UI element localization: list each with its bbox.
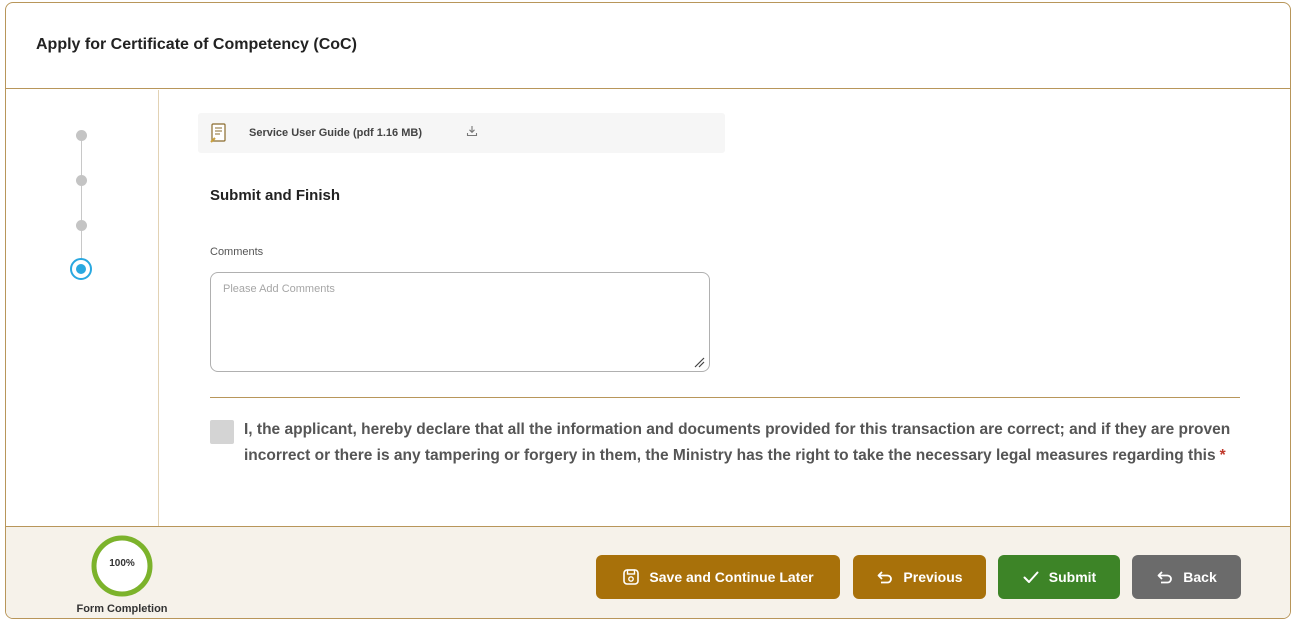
step-2-dot[interactable] xyxy=(76,175,87,186)
save-and-continue-later-button[interactable]: Save and Continue Later xyxy=(596,555,840,599)
form-stepper xyxy=(6,90,159,526)
page-title: Apply for Certificate of Competency (CoC… xyxy=(36,36,357,53)
back-button[interactable]: Back xyxy=(1132,555,1241,599)
step-4-active-dot[interactable] xyxy=(70,258,92,280)
comments-textarea[interactable] xyxy=(210,272,710,372)
card-header: Apply for Certificate of Competency (CoC… xyxy=(6,3,1290,89)
checkmark-icon xyxy=(1023,571,1039,583)
back-arrow-icon xyxy=(1157,571,1173,584)
progress-caption: Form Completion xyxy=(76,603,168,615)
document-guide-icon xyxy=(210,123,226,143)
progress-percentage: 100% xyxy=(109,558,135,569)
save-icon xyxy=(623,569,640,585)
stepper-line xyxy=(81,136,82,266)
back-button-label: Back xyxy=(1183,569,1217,585)
undo-arrow-icon xyxy=(878,571,893,584)
declaration-text: I, the applicant, hereby declare that al… xyxy=(244,417,1244,469)
step-1-dot[interactable] xyxy=(76,130,87,141)
guide-label: Service User Guide (pdf 1.16 MB) xyxy=(249,127,422,139)
service-user-guide-link[interactable]: Service User Guide (pdf 1.16 MB) xyxy=(198,113,725,153)
submit-button-label: Submit xyxy=(1048,569,1097,585)
section-title: Submit and Finish xyxy=(210,187,340,204)
comments-label: Comments xyxy=(210,246,264,258)
step-3-dot[interactable] xyxy=(76,220,87,231)
declaration-statement: I, the applicant, hereby declare that al… xyxy=(244,421,1231,464)
declaration-checkbox[interactable] xyxy=(210,420,234,444)
previous-button[interactable]: Previous xyxy=(853,555,986,599)
resize-handle-icon[interactable] xyxy=(693,356,705,368)
form-footer: 100% Form Completion Save and Continue L… xyxy=(6,526,1290,618)
previous-button-label: Previous xyxy=(903,569,963,585)
section-divider xyxy=(210,397,1240,398)
required-asterisk: * xyxy=(1219,447,1226,464)
save-button-label: Save and Continue Later xyxy=(649,569,814,585)
application-card: Apply for Certificate of Competency (CoC… xyxy=(5,2,1291,619)
download-icon[interactable] xyxy=(466,125,478,137)
submit-button[interactable]: Submit xyxy=(998,555,1120,599)
